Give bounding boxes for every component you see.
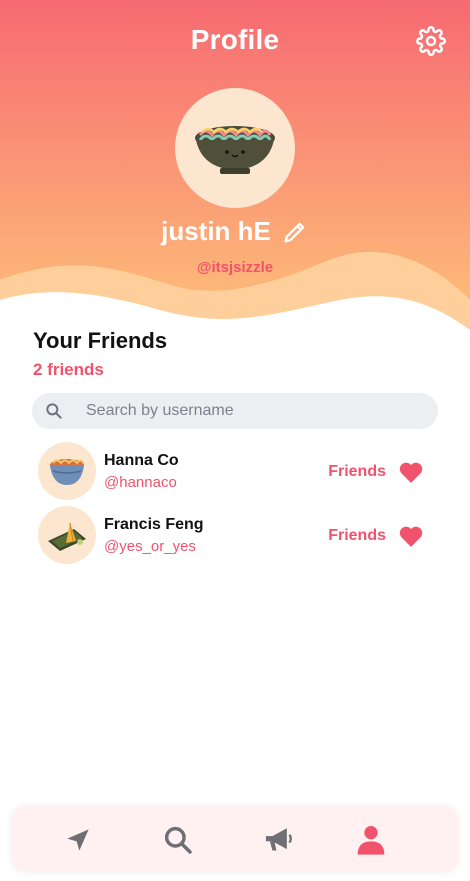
nav-search-tab[interactable] — [162, 824, 194, 856]
profile-name: justin hE — [161, 216, 271, 246]
friend-name: Francis Feng — [104, 516, 204, 533]
friend-status-button[interactable]: Friends — [328, 460, 424, 484]
megaphone-icon — [265, 828, 292, 851]
friend-row[interactable]: Francis Feng @yes_or_yes Friends — [38, 506, 438, 564]
friend-status-button[interactable]: Friends — [328, 524, 424, 548]
profile-header: Profile justin hE @itsjsizzle — [0, 0, 470, 340]
friends-count: 2 friends — [33, 360, 104, 379]
heart-icon — [399, 462, 423, 483]
nav-profile-tab[interactable] — [356, 824, 388, 856]
friend-handle: @yes_or_yes — [104, 538, 196, 555]
heart-icon — [399, 526, 423, 547]
friend-status-label: Friends — [328, 463, 386, 480]
search-icon — [164, 826, 192, 854]
edit-pencil-icon[interactable] — [281, 218, 309, 246]
friend-avatar[interactable] — [38, 506, 96, 564]
friend-name: Hanna Co — [104, 452, 179, 469]
friend-handle: @hannaco — [104, 474, 177, 491]
friend-status-label: Friends — [328, 527, 386, 544]
bowl-icon — [50, 459, 84, 485]
search-icon — [44, 401, 64, 421]
settings-gear-icon[interactable] — [416, 26, 446, 56]
navigation-arrow-icon — [67, 829, 89, 851]
bottom-nav — [12, 806, 458, 872]
profile-name-row: justin hE — [0, 216, 470, 247]
friend-row[interactable]: Hanna Co @hannaco Friends — [38, 442, 438, 500]
page-title: Profile — [190, 24, 280, 55]
search-bar — [32, 393, 438, 429]
nav-announcements-tab[interactable] — [262, 824, 294, 856]
friends-section-title: Your Friends — [33, 328, 168, 353]
nav-explore-tab[interactable] — [62, 824, 94, 856]
profile-avatar[interactable] — [175, 88, 295, 208]
user-icon — [357, 826, 385, 855]
friend-avatar[interactable] — [38, 442, 96, 500]
ramen-bowl-icon — [195, 126, 275, 174]
profile-handle: @itsjsizzle — [196, 259, 274, 276]
search-input[interactable] — [84, 401, 408, 421]
dumpling-icon — [48, 522, 86, 551]
